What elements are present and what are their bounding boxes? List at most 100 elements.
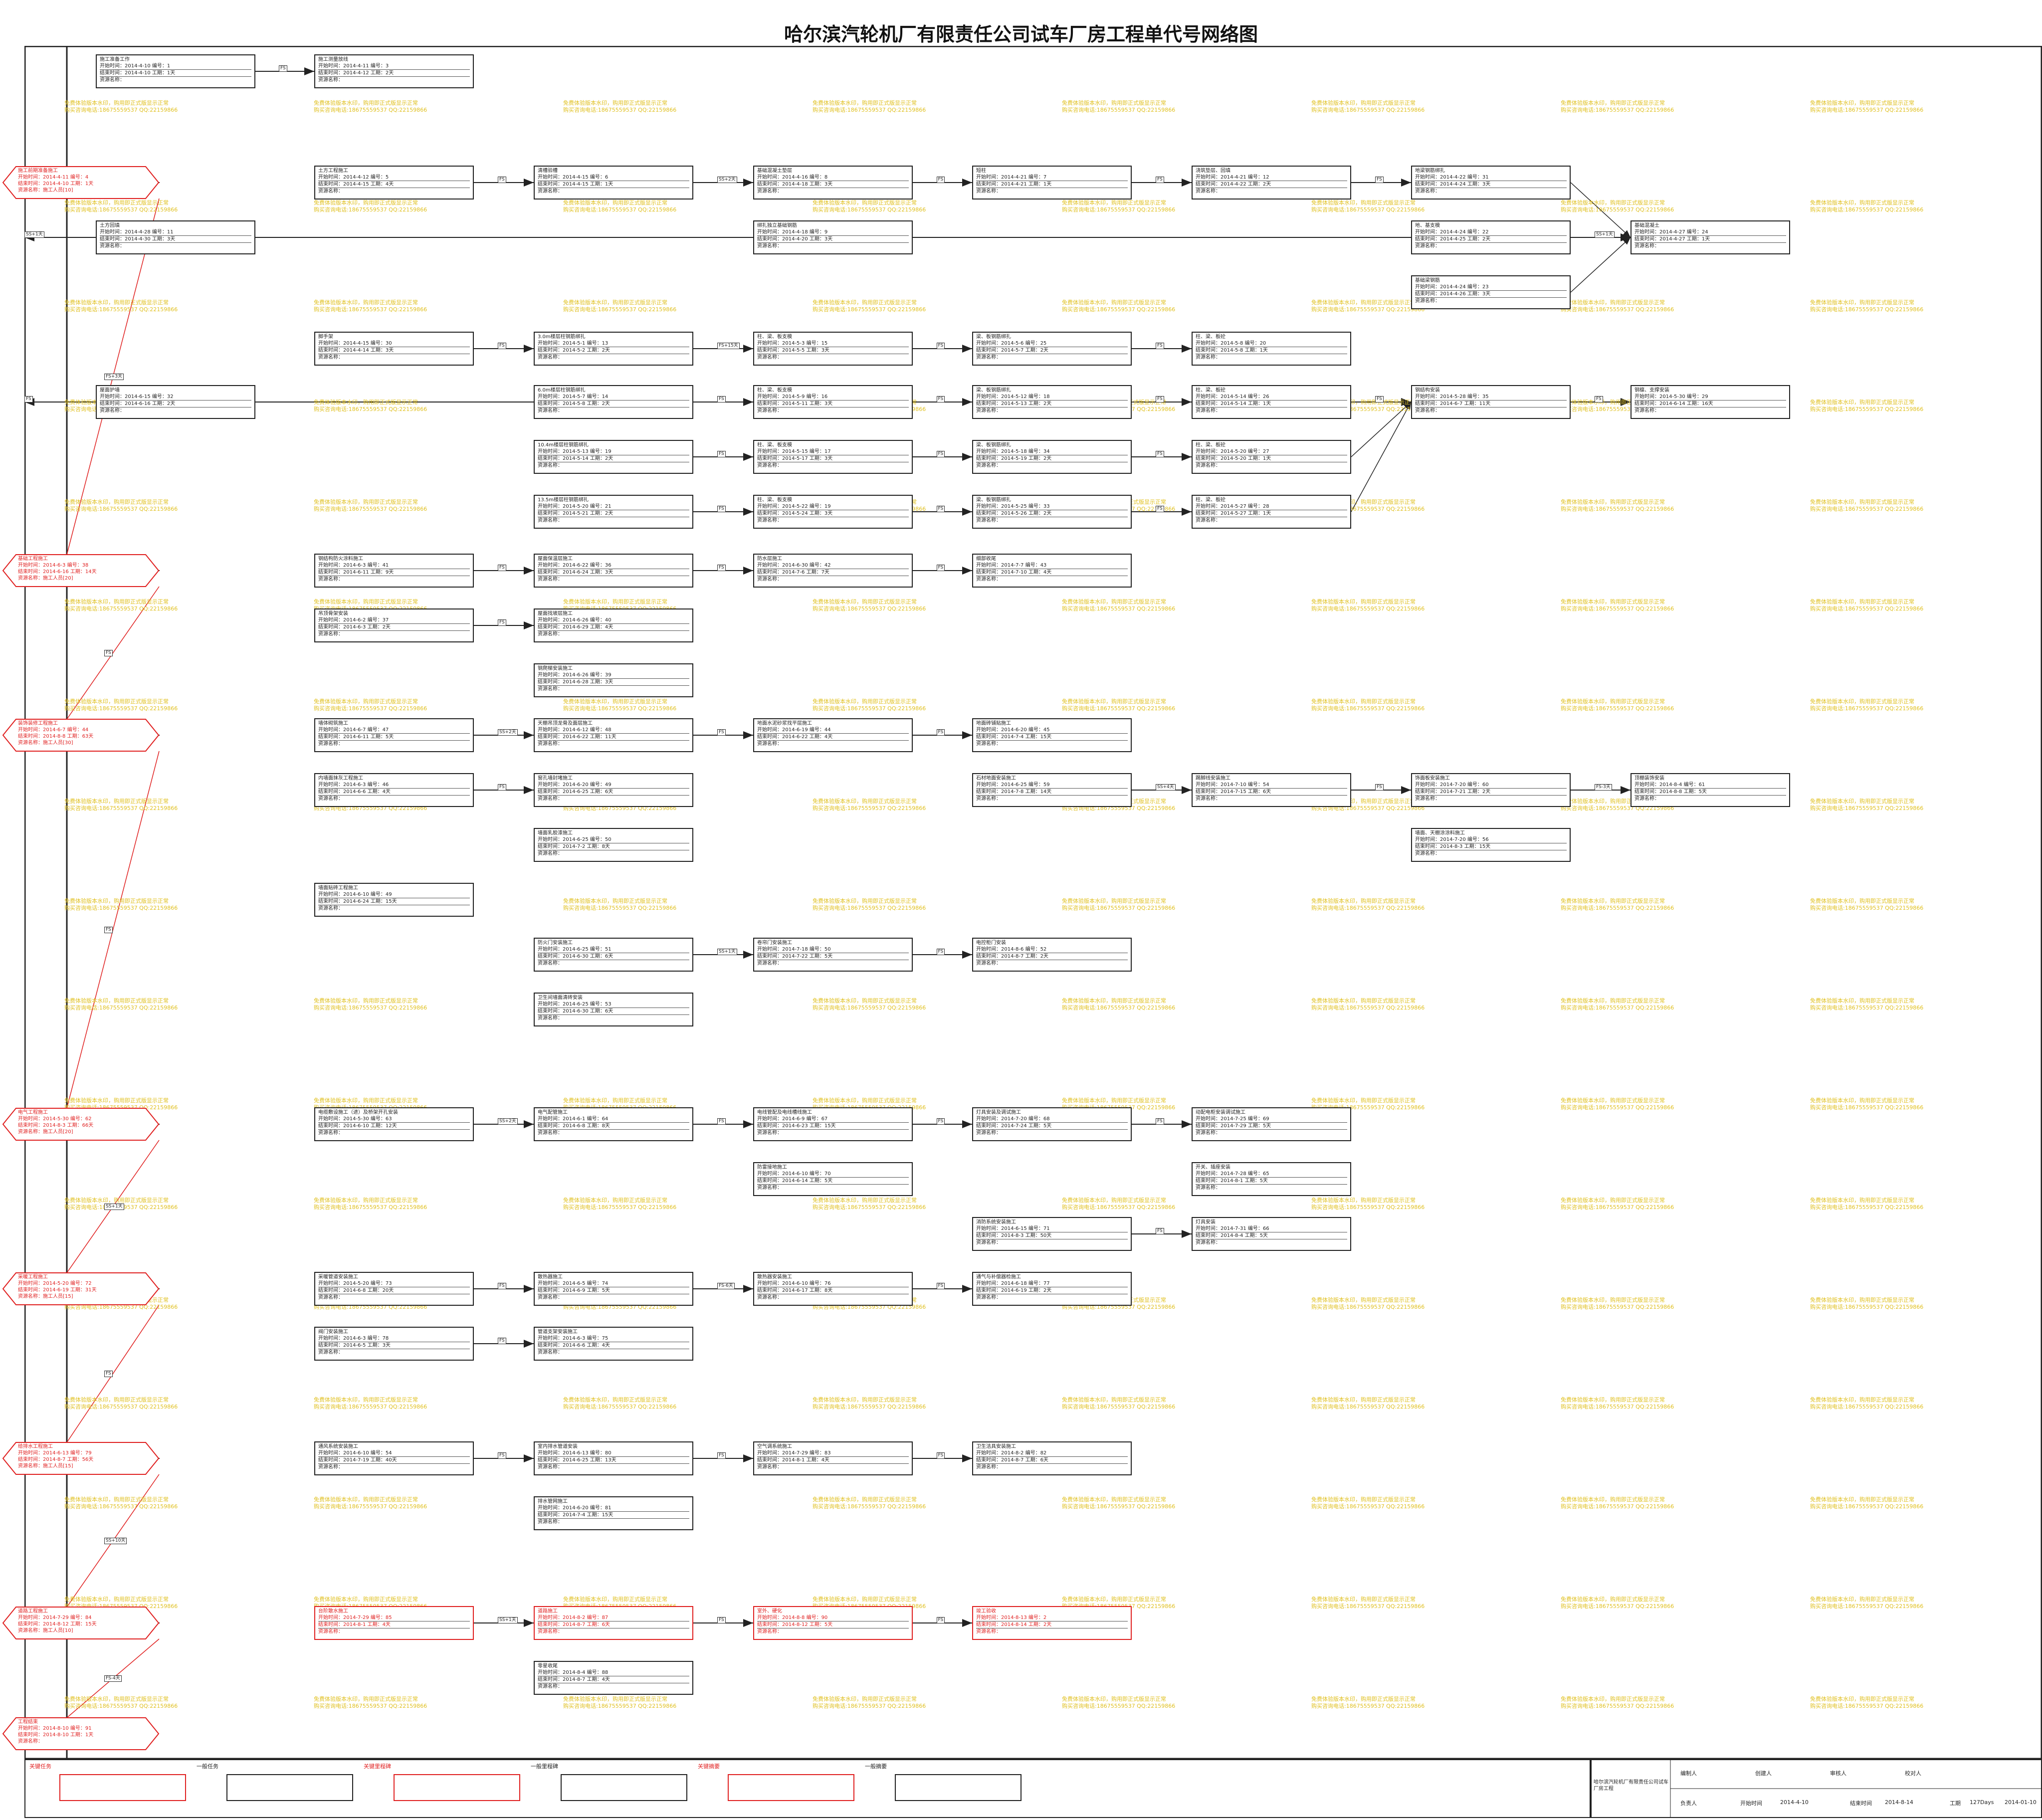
task-node[interactable]: 10.4m楼层柱钢筋绑扎 开始时间：2014-5-13 编号：19 结束时间：201…: [534, 440, 693, 474]
task-node[interactable]: 内墙面抹灰工程施工 开始时间：2014-6-3 编号：46 结束时间：2014-6-…: [314, 773, 474, 807]
task-node[interactable]: 梁、板钢筋绑扎 开始时间：2014-5-18 编号：34 结束时间：2014-5-1…: [972, 440, 1132, 474]
task-node[interactable]: 通气与补偿器检施工 开始时间：2014-6-18 编号：77 结束时间：2014-6…: [972, 1272, 1132, 1306]
watermark-line: 购买咨询电话:18675559537 QQ:22159866: [1561, 606, 1674, 612]
task-node[interactable]: 地、基支模 开始时间：2014-4-24 编号：22 结束时间：2014-4-25 …: [1411, 220, 1571, 254]
task-node[interactable]: 石材地面安装施工 开始时间：2014-6-25 编号：59 结束时间：2014-7-…: [972, 773, 1132, 807]
milestone-node[interactable]: 采暖工程施工 开始时间：2014-5-20 编号：72 结束时间：2014-6-19…: [2, 1272, 160, 1306]
task-node[interactable]: 施工准备工作 开始时间：2014-4-10 编号：1 结束时间：2014-4-10 …: [96, 54, 255, 88]
task-nm: 石材地面安装施工: [976, 776, 1016, 781]
task-node[interactable]: 吊顶骨架安装 开始时间：2014-6-2 编号：37 结束时间：2014-6-3 工…: [314, 608, 474, 642]
task-node[interactable]: 柱、梁、板支模 开始时间：2014-5-3 编号：15 结束时间：2014-5-5 …: [753, 332, 913, 366]
task-node[interactable]: 梁、板钢筋绑扎 开始时间：2014-5-6 编号：25 结束时间：2014-5-7 …: [972, 332, 1132, 366]
task-node[interactable]: 卷帘门安装施工 开始时间：2014-7-18 编号：50 结束时间：2014-7-2…: [753, 938, 913, 972]
task-node[interactable]: 脚手架 开始时间：2014-4-15 编号：30 结束时间：2014-4-14 工期…: [314, 332, 474, 366]
task-node[interactable]: 基础混凝土垫层 开始时间：2014-4-16 编号：8 结束时间：2014-4-18…: [753, 166, 913, 200]
task-node[interactable]: 灯具安装及调试施工 开始时间：2014-7-20 编号：68 结束时间：2014-7…: [972, 1107, 1132, 1141]
task-row: 结束时间：2014-5-11 工期：3天: [757, 401, 909, 407]
task-node[interactable]: 墙面乳胶漆施工 开始时间：2014-6-25 编号：50 结束时间：2014-7-2…: [534, 828, 693, 862]
task-node[interactable]: 柱、梁、板支模 开始时间：2014-5-15 编号：17 结束时间：2014-5-1…: [753, 440, 913, 474]
task-node[interactable]: 3.0m楼层柱钢筋绑扎 开始时间：2014-5-1 编号：13 结束时间：2014-…: [534, 332, 693, 366]
task-node[interactable]: 钢结构防火涂料施工 开始时间：2014-6-3 编号：41 结束时间：2014-6-…: [314, 554, 474, 588]
task-node[interactable]: 土方回填 开始时间：2014-4-28 编号：11 结束时间：2014-4-30 工…: [96, 220, 255, 254]
task-node[interactable]: 柱、梁、板砼 开始时间：2014-5-8 编号：20 结束时间：2014-5-8 工…: [1192, 332, 1351, 366]
milestone-node[interactable]: 给排水工程施工 开始时间：2014-6-13 编号：79 结束时间：2014-8-7…: [2, 1441, 160, 1475]
task-node[interactable]: 电缆敷设施工（进）及桥架开孔安装 开始时间：2014-5-30 编号：63 结束时间…: [314, 1107, 474, 1141]
task-node[interactable]: 通风系统安装施工 开始时间：2014-6-10 编号：54 结束时间：2014-7-…: [314, 1441, 474, 1475]
task-node[interactable]: 柱、梁、板砼 开始时间：2014-5-20 编号：27 结束时间：2014-5-20…: [1192, 440, 1351, 474]
task-node[interactable]: 卫生间墙面清砖安装 开始时间：2014-6-25 编号：53 结束时间：2014-6…: [534, 993, 693, 1026]
milestone-node[interactable]: 基础工程施工 开始时间：2014-6-3 编号：38 结束时间：2014-6-16 …: [2, 554, 160, 588]
task-node[interactable]: 道路施工 开始时间：2014-8-2 编号：87 结束时间：2014-8-7 工期：…: [534, 1606, 693, 1640]
watermark: 免费体验版本水印，购用即正式版显示正常购买咨询电话:18675559537 QQ…: [314, 100, 427, 114]
task-node[interactable]: 消防系统安装施工 开始时间：2014-6-15 编号：71 结束时间：2014-8-…: [972, 1217, 1132, 1251]
milestone-node[interactable]: 工程结束 开始时间：2014-8-10 编号：91 结束时间：2014-8-10 工…: [2, 1717, 160, 1751]
task-node[interactable]: 管道支架安装施工 开始时间：2014-6-3 编号：75 结束时间：2014-6-6…: [534, 1327, 693, 1361]
task-node[interactable]: 地梁钢筋绑扎 开始时间：2014-4-22 编号：31 结束时间：2014-4-24…: [1411, 166, 1571, 200]
task-node[interactable]: 窗孔墙封堵施工 开始时间：2014-6-20 编号：49 结束时间：2014-6-2…: [534, 773, 693, 807]
task-node[interactable]: 钢爬梯安装施工 开始时间：2014-6-26 编号：39 结束时间：2014-6-2…: [534, 663, 693, 697]
task-node[interactable]: 屋面护墙 开始时间：2014-6-15 编号：32 结束时间：2014-6-16 工…: [96, 385, 255, 419]
task-node[interactable]: 天棚吊顶龙骨及面层施工 开始时间：2014-6-12 编号：48 结束时间：2014…: [534, 718, 693, 752]
watermark-line: 购买咨询电话:18675559537 QQ:22159866: [1810, 1404, 1924, 1410]
task-node[interactable]: 墙体砌筑施工 开始时间：2014-6-7 编号：47 结束时间：2014-6-11 …: [314, 718, 474, 752]
task-node[interactable]: 室外、硬化 开始时间：2014-8-8 编号：90 结束时间：2014-8-12 工…: [753, 1606, 913, 1640]
task-node[interactable]: 短柱 开始时间：2014-4-21 编号：7 结束时间：2014-4-21 工期：1…: [972, 166, 1132, 200]
milestone-node[interactable]: 道路工程施工 开始时间：2014-7-29 编号：84 结束时间：2014-8-12…: [2, 1606, 160, 1640]
task-node[interactable]: 顶棚装饰安装 开始时间：2014-8-4 编号：61 结束时间：2014-8-8 工…: [1631, 773, 1790, 807]
task-node[interactable]: 钢檩、支撑安装 开始时间：2014-5-30 编号：29 结束时间：2014-6-1…: [1631, 385, 1790, 419]
task-node[interactable]: 墙面贴砖工程施工 开始时间：2014-6-10 编号：49 结束时间：2014-6-…: [314, 883, 474, 917]
task-node[interactable]: 绑扎独立基础钢筋 开始时间：2014-4-18 编号：9 结束时间：2014-4-2…: [753, 220, 913, 254]
task-node[interactable]: 墙面、天棚涂涂料施工 开始时间：2014-7-20 编号：56 结束时间：2014-…: [1411, 828, 1571, 862]
milestone-node[interactable]: 装饰装修工程施工 开始时间：2014-6-7 编号：44 结束时间：2014-8-8…: [2, 718, 160, 752]
task-row: 资源名称：: [100, 408, 125, 413]
task-node[interactable]: 防火门安装施工 开始时间：2014-6-25 编号：51 结束时间：2014-6-3…: [534, 938, 693, 972]
task-node[interactable]: 13.5m楼层柱钢筋绑扎 开始时间：2014-5-20 编号：21 结束时间：201…: [534, 495, 693, 529]
task-node[interactable]: 散热器施工 开始时间：2014-6-5 编号：74 结束时间：2014-6-9 工期…: [534, 1272, 693, 1306]
watermark-line: 购买咨询电话:18675559537 QQ:22159866: [1810, 905, 1924, 911]
task-node[interactable]: 柱、梁、板支模 开始时间：2014-5-9 编号：16 结束时间：2014-5-11…: [753, 385, 913, 419]
task-node[interactable]: 6.0m楼层柱钢筋绑扎 开始时间：2014-5-7 编号：14 结束时间：2014-…: [534, 385, 693, 419]
task-node[interactable]: 阀门安装施工 开始时间：2014-6-3 编号：78 结束时间：2014-6-5 工…: [314, 1327, 474, 1361]
task-node[interactable]: 排水管网施工 开始时间：2014-6-20 编号：81 结束时间：2014-7-4 …: [534, 1496, 693, 1530]
task-node[interactable]: 屋面保温层施工 开始时间：2014-6-22 编号：36 结束时间：2014-6-2…: [534, 554, 693, 588]
task-node[interactable]: 地面砖铺贴施工 开始时间：2014-6-20 编号：45 结束时间：2014-7-4…: [972, 718, 1132, 752]
task-node[interactable]: 浇筑垫层、回填 开始时间：2014-4-21 编号：12 结束时间：2014-4-2…: [1192, 166, 1351, 200]
task-node[interactable]: 台阶散水施工 开始时间：2014-7-29 编号：85 结束时间：2014-8-1 …: [314, 1606, 474, 1640]
task-node[interactable]: 电控柜门安装 开始时间：2014-8-6 编号：52 结束时间：2014-8-7 工…: [972, 938, 1132, 972]
task-node[interactable]: 踢脚线安装施工 开始时间：2014-7-10 编号：54 结束时间：2014-7-1…: [1192, 773, 1351, 807]
task-node[interactable]: 电气配管施工 开始时间：2014-6-1 编号：64 结束时间：2014-6-8 工…: [534, 1107, 693, 1141]
task-node[interactable]: 电线管配及电线槽线施工 开始时间：2014-6-9 编号：67 结束时间：2014-…: [753, 1107, 913, 1141]
task-node[interactable]: 梁、板钢筋绑扎 开始时间：2014-5-12 编号：18 结束时间：2014-5-1…: [972, 385, 1132, 419]
task-node[interactable]: 地面水泥砂浆找平层施工 开始时间：2014-6-19 编号：44 结束时间：2014…: [753, 718, 913, 752]
task-nm: 3.0m楼层柱钢筋绑扎: [538, 334, 586, 340]
task-node[interactable]: 零星收尾 开始时间：2014-8-4 编号：88 结束时间：2014-8-7 工期：…: [534, 1661, 693, 1695]
task-node[interactable]: 基础梁钢筋 开始时间：2014-4-24 编号：23 结束时间：2014-4-26 …: [1411, 275, 1571, 309]
task-node[interactable]: 柱、梁、板砼 开始时间：2014-5-14 编号：26 结束时间：2014-5-14…: [1192, 385, 1351, 419]
task-node[interactable]: 细部收尾 开始时间：2014-7-7 编号：43 结束时间：2014-7-10 工期…: [972, 554, 1132, 588]
task-node[interactable]: 清槽验槽 开始时间：2014-4-15 编号：6 结束时间：2014-4-15 工期…: [534, 166, 693, 200]
watermark-line: 免费体验版本水印，购用即正式版显示正常: [1311, 1696, 1416, 1702]
task-node[interactable]: 竣工验收 开始时间：2014-8-13 编号：2 结束时间：2014-8-14 工期…: [972, 1606, 1132, 1640]
task-node[interactable]: 柱、梁、板支模 开始时间：2014-5-22 编号：19 结束时间：2014-5-2…: [753, 495, 913, 529]
task-node[interactable]: 防雷接地施工 开始时间：2014-6-10 编号：70 结束时间：2014-6-14…: [753, 1162, 913, 1196]
task-node[interactable]: 钢结构安装 开始时间：2014-5-28 编号：35 结束时间：2014-6-7 工…: [1411, 385, 1571, 419]
task-node[interactable]: 土方工程施工 开始时间：2014-4-12 编号：5 结束时间：2014-4-15 …: [314, 166, 474, 200]
task-node[interactable]: 基础混凝土 开始时间：2014-4-27 编号：24 结束时间：2014-4-27 …: [1631, 220, 1790, 254]
title-block-cell: 审核人: [1830, 1770, 1846, 1777]
task-node[interactable]: 动配电柜安装调试施工 开始时间：2014-7-25 编号：69 结束时间：2014-…: [1192, 1107, 1351, 1141]
task-node[interactable]: 卫生洁具安装施工 开始时间：2014-8-2 编号：82 结束时间：2014-8-7…: [972, 1441, 1132, 1475]
task-node[interactable]: 开关、插座安装 开始时间：2014-7-28 编号：65 结束时间：2014-8-1…: [1192, 1162, 1351, 1196]
task-node[interactable]: 饰面板安装施工 开始时间：2014-7-20 编号：60 结束时间：2014-7-2…: [1411, 773, 1571, 807]
task-node[interactable]: 空气调系统施工 开始时间：2014-7-29 编号：83 结束时间：2014-8-1…: [753, 1441, 913, 1475]
milestone-node[interactable]: 施工前期准备施工 开始时间：2014-4-11 编号：4 结束时间：2014-4-1…: [2, 166, 160, 200]
task-node[interactable]: 柱、梁、板砼 开始时间：2014-5-27 编号：28 结束时间：2014-5-27…: [1192, 495, 1351, 529]
task-node[interactable]: 采暖管道安装施工 开始时间：2014-5-20 编号：73 结束时间：2014-6-…: [314, 1272, 474, 1306]
task-node[interactable]: 屋面找坡层施工 开始时间：2014-6-26 编号：40 结束时间：2014-6-2…: [534, 608, 693, 642]
task-node[interactable]: 防水层施工 开始时间：2014-6-30 编号：42 结束时间：2014-7-6 工…: [753, 554, 913, 588]
task-node[interactable]: 梁、板钢筋绑扎 开始时间：2014-5-25 编号：33 结束时间：2014-5-2…: [972, 495, 1132, 529]
task-node[interactable]: 室内排水管道安装 开始时间：2014-6-13 编号：80 结束时间：2014-6-…: [534, 1441, 693, 1475]
task-node[interactable]: 施工测量放线 开始时间：2014-4-11 编号：3 结束时间：2014-4-12 …: [314, 54, 474, 88]
milestone-node[interactable]: 电气工程施工 开始时间：2014-5-30 编号：62 结束时间：2014-8-3 …: [2, 1107, 160, 1141]
task-node[interactable]: 散热器安装施工 开始时间：2014-6-10 编号：76 结束时间：2014-6-1…: [753, 1272, 913, 1306]
task-node[interactable]: 灯具安装 开始时间：2014-7-31 编号：66 结束时间：2014-8-4 工期…: [1192, 1217, 1351, 1251]
